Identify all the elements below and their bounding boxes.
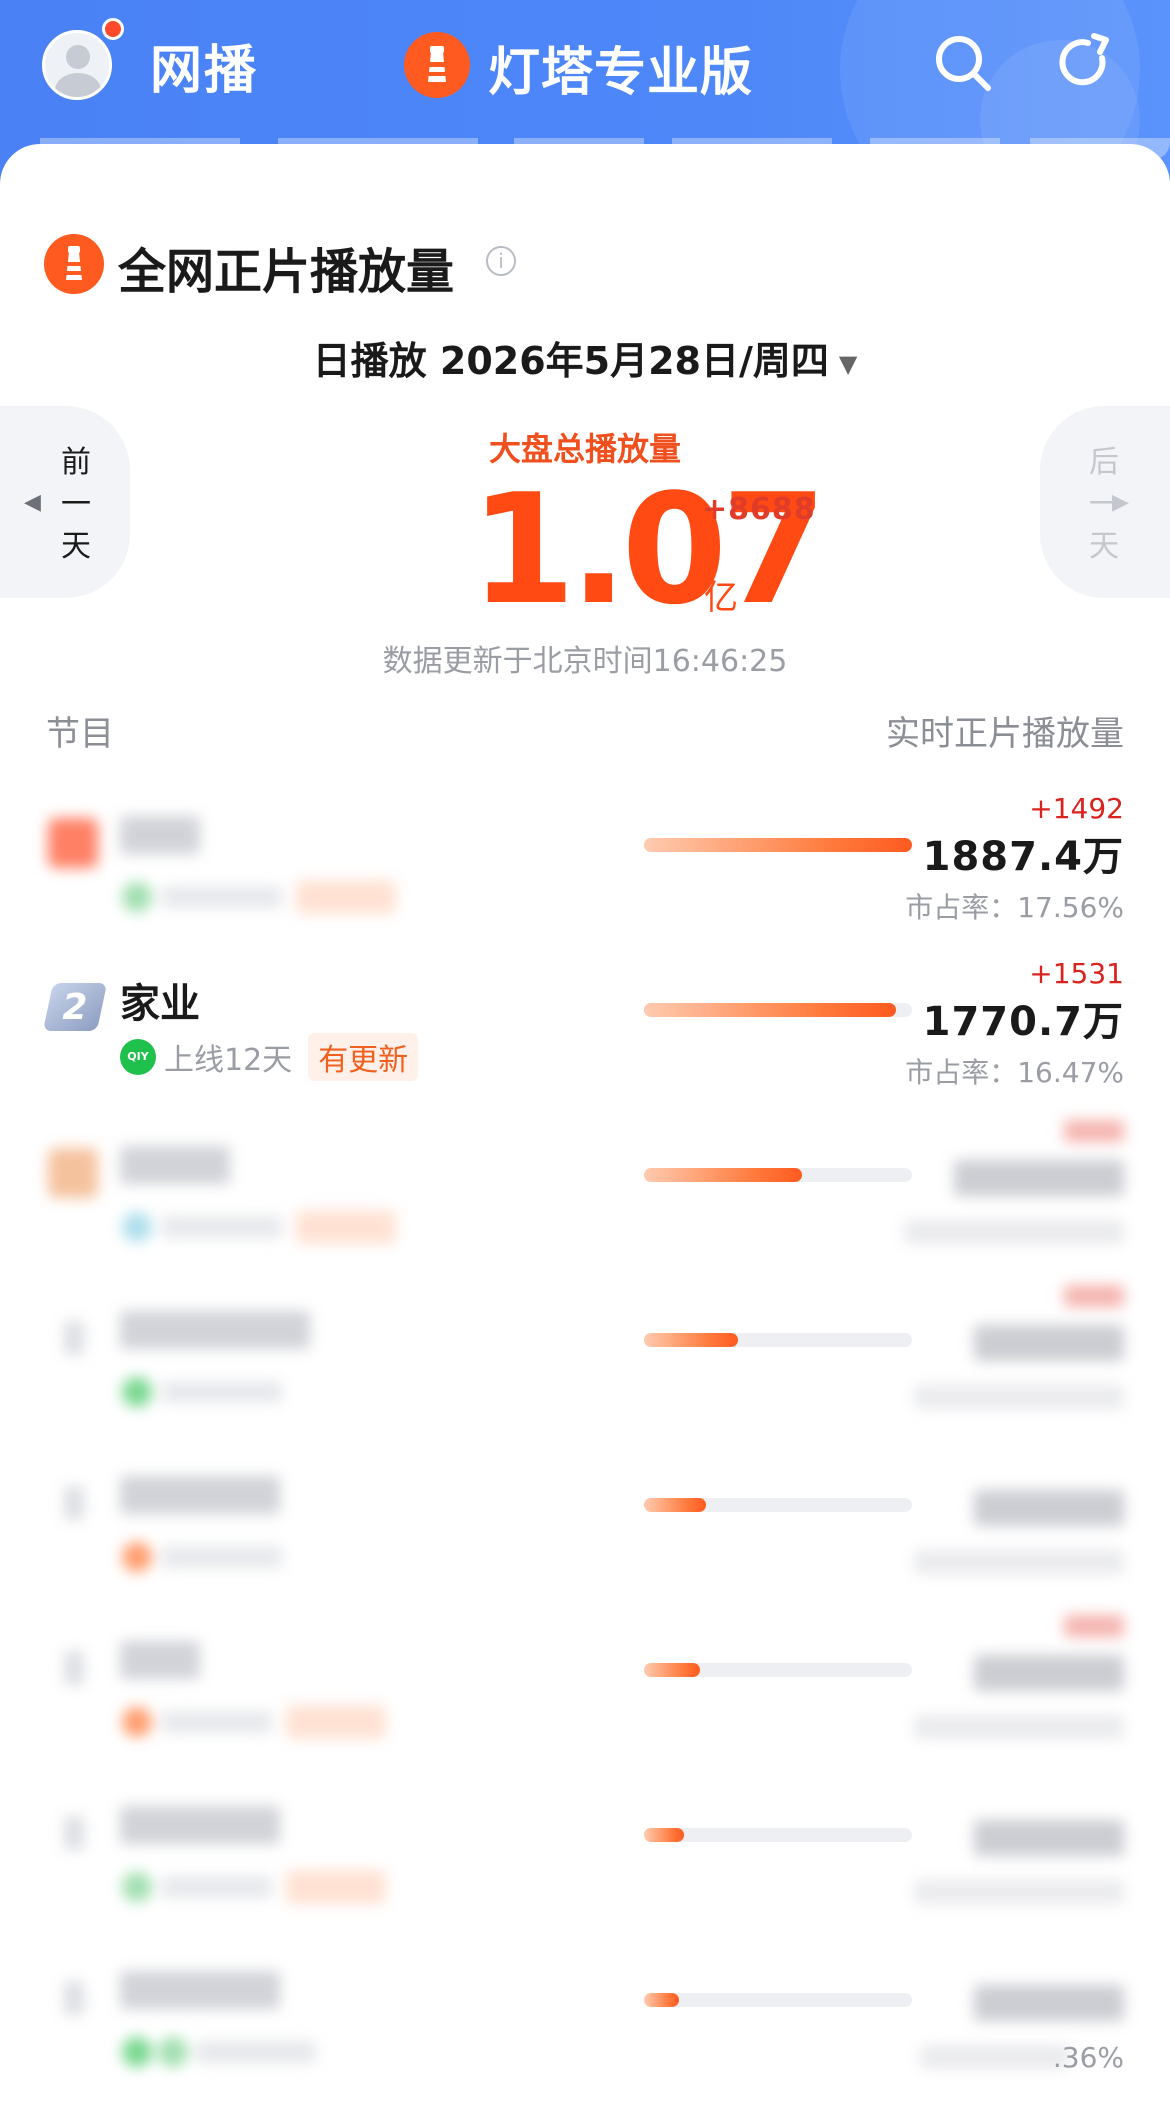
row-delta: +1531 <box>1029 957 1124 990</box>
date-selector[interactable]: 日播放 2026年5月28日/周四 ▼ <box>0 330 1170 385</box>
program-meta: QIY 上线12天 有更新 <box>120 1033 419 1081</box>
share-bar <box>644 1333 912 1347</box>
share-bar <box>644 1003 912 1017</box>
share-bar-fill <box>644 1003 896 1017</box>
column-header-program: 节目 <box>46 714 114 754</box>
notification-dot <box>102 18 124 40</box>
share-bar-fill <box>644 838 912 852</box>
table-row[interactable]: +1492 1887.4万 市占率：17.56% <box>0 790 1170 955</box>
info-icon[interactable]: i <box>486 246 516 276</box>
table-row[interactable]: .36% <box>0 1945 1170 2110</box>
share-bar-fill <box>644 1498 706 1512</box>
refresh-icon[interactable] <box>1050 28 1120 98</box>
row-delta: +1492 <box>1029 792 1124 825</box>
table-row[interactable] <box>0 1780 1170 1945</box>
table-row[interactable] <box>0 1120 1170 1285</box>
table-row[interactable] <box>0 1285 1170 1450</box>
share-bar <box>644 1663 912 1677</box>
share-bar <box>644 1168 912 1182</box>
row-share: 市占率：17.56% <box>905 891 1124 924</box>
update-time: 数据更新于北京时间16:46:25 <box>382 644 788 679</box>
share-bar-fill <box>644 1168 803 1182</box>
search-icon[interactable] <box>928 28 998 98</box>
brand-title: 灯塔专业版 <box>488 43 754 103</box>
table-row[interactable] <box>0 1615 1170 1780</box>
share-bar <box>644 1993 912 2007</box>
share-bar-fill <box>644 1333 738 1347</box>
update-badge: 有更新 <box>308 1033 419 1081</box>
program-name: 家业 <box>120 981 200 1027</box>
row-share: 市占率：16.47% <box>905 1056 1124 1089</box>
share-bar <box>644 1498 912 1512</box>
share-bar <box>644 1828 912 1842</box>
share-bar-fill <box>644 1828 685 1842</box>
column-header-plays[interactable]: 实时正片播放量 <box>886 706 1124 755</box>
arrow-right-icon: ▶ <box>1112 490 1129 515</box>
table-row[interactable]: 2 家业 QIY 上线12天 有更新 +1531 1770.7万 市占率：16.… <box>0 955 1170 1120</box>
date-label: 日播放 <box>312 339 427 383</box>
total-unit: 亿 <box>704 578 738 618</box>
share-bar-fill <box>644 1993 679 2007</box>
lighthouse-logo-icon <box>44 234 104 294</box>
arrow-left-icon: ◀ <box>24 490 41 515</box>
rank-badge: 2 <box>42 983 108 1031</box>
row-value: 1887.4万 <box>922 834 1124 880</box>
lighthouse-logo-icon <box>404 32 470 98</box>
iqiyi-icon: QIY <box>120 1039 156 1075</box>
app-title: 网播 <box>150 41 259 101</box>
date-value: 2026年5月28日/周四 <box>439 339 829 383</box>
online-days: 上线12天 <box>164 1043 293 1078</box>
caret-down-icon: ▼ <box>838 349 858 378</box>
avatar-icon[interactable] <box>42 30 112 100</box>
row-share: .36% <box>1052 2041 1124 2074</box>
share-bar-fill <box>644 1663 701 1677</box>
row-value: 1770.7万 <box>922 999 1124 1045</box>
share-bar <box>644 838 912 852</box>
total-delta: +8688 <box>702 492 816 527</box>
table-row[interactable] <box>0 1450 1170 1615</box>
section-title: 全网正片播放量 <box>118 244 455 300</box>
